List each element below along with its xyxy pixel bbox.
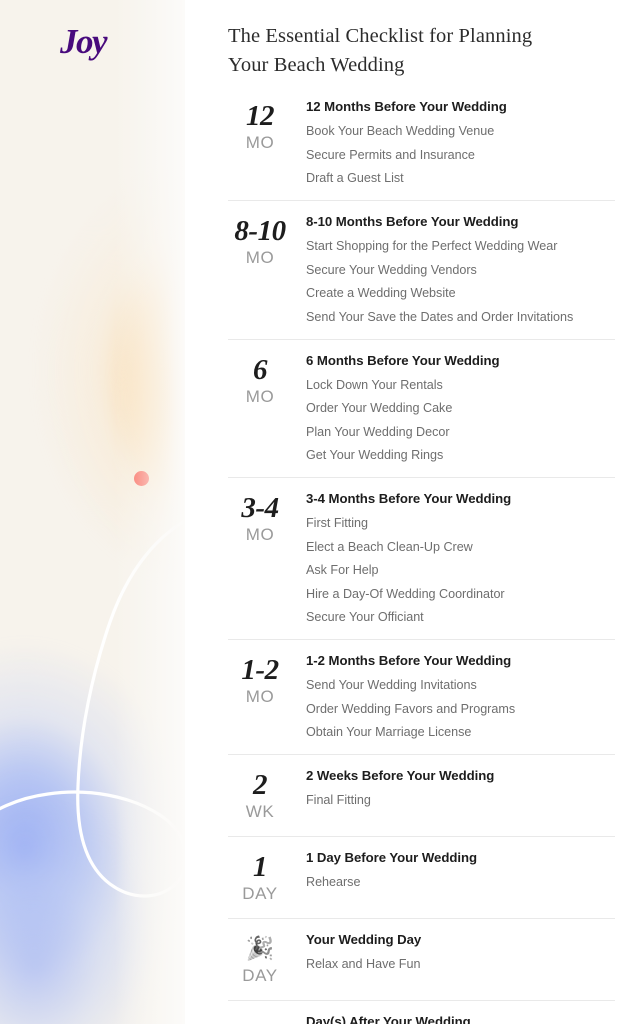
timeline-unit: MO: [245, 248, 275, 267]
checklist-task-item[interactable]: Lock Down Your Rentals: [306, 378, 615, 393]
checklist-row: -DAYDay(s) After Your WeddingReturn Your…: [228, 1000, 615, 1024]
checklist-task-item[interactable]: Secure Permits and Insurance: [306, 148, 615, 163]
checklist-row: 3-4 MO 3-4 Months Before Your Wedding First…: [228, 477, 615, 639]
peach-gradient-glow-secondary: [115, 270, 185, 530]
checklist-task-item[interactable]: Send Your Wedding Invitations: [306, 678, 615, 693]
checklist-row-heading: Your Wedding Day: [306, 932, 422, 947]
checklist-row-body: Your Wedding Day Relax and Have Fun: [292, 931, 615, 973]
timeline-unit: DAY: [242, 966, 278, 985]
decorative-sidebar: Joy: [0, 0, 185, 1024]
checklist-content: The Essential Checklist for Planning You…: [185, 0, 629, 1024]
checklist-row: 1-2 MO 1-2 Months Before Your Wedding Send …: [228, 639, 615, 754]
blue-gradient-glow-secondary: [0, 800, 160, 1024]
timeline-number: 8-10: [234, 215, 286, 247]
checklist-row-body: 8-10 Months Before Your Wedding Start Sho…: [292, 213, 615, 326]
page-title: The Essential Checklist for Planning You…: [228, 25, 533, 76]
checklist-row-heading: 2 Weeks Before Your Wedding: [306, 768, 495, 783]
checklist-row-body: 1 Day Before Your Wedding Rehearse: [292, 849, 615, 891]
checklist-task-item[interactable]: Secure Your Officiant: [306, 610, 615, 625]
checklist-row: 12 MO 12 Months Before Your Wedding Book Yo…: [228, 88, 615, 200]
checklist-task-item[interactable]: Rehearse: [306, 875, 615, 890]
timeline-marker: 1 DAY: [228, 849, 292, 905]
joy-logo[interactable]: Joy: [60, 22, 130, 62]
checklist-row-heading: 1-2 Months Before Your Wedding: [306, 653, 512, 668]
checklist-row: 2 WK 2 Weeks Before Your Wedding Final Fitt…: [228, 754, 615, 836]
timeline-number: 12: [246, 100, 275, 132]
timeline-unit: MO: [245, 133, 275, 152]
timeline-unit: MO: [245, 687, 275, 706]
timeline-marker: -DAY: [228, 1013, 292, 1024]
checklist-row-body: Day(s) After Your WeddingReturn Your Ren…: [292, 1013, 615, 1024]
checklist-row-heading: 1 Day Before Your Wedding: [306, 850, 477, 865]
checklist-row-heading: 12 Months Before Your Wedding: [306, 99, 507, 114]
timeline-marker: 2 WK: [228, 767, 292, 823]
timeline-marker: 6 MO: [228, 352, 292, 408]
timeline-number: 2: [253, 769, 268, 801]
blue-gradient-glow: [0, 640, 185, 1024]
joy-logo-wordmark: Joy: [60, 22, 108, 61]
checklist-task-item[interactable]: Draft a Guest List: [306, 171, 615, 186]
checklist-rows: 12 MO 12 Months Before Your Wedding Book Yo…: [228, 88, 615, 1024]
swoosh-line-decoration: [0, 519, 185, 898]
checklist-row-body: 6 Months Before Your Wedding Lock Down Yo…: [292, 352, 615, 465]
timeline-number: 1: [253, 851, 268, 883]
checklist-row-heading: 8-10 Months Before Your Wedding: [306, 214, 519, 229]
timeline-unit: MO: [245, 525, 275, 544]
checklist-task-item[interactable]: Create a Wedding Website: [306, 286, 615, 301]
party-popper-icon: 🎉: [245, 936, 275, 962]
checklist-row-body: 12 Months Before Your Wedding Book Your B…: [292, 98, 615, 187]
checklist-task-item[interactable]: Get Your Wedding Rings: [306, 448, 615, 463]
checklist-row-body: 1-2 Months Before Your Wedding Send Your …: [292, 652, 615, 741]
checklist-row-heading: 3-4 Months Before Your Wedding: [306, 491, 512, 506]
checklist-task-item[interactable]: First Fitting: [306, 516, 615, 531]
checklist-task-item[interactable]: Hire a Day-Of Wedding Coordinator: [306, 587, 615, 602]
checklist-task-item[interactable]: Relax and Have Fun: [306, 957, 615, 972]
peach-gradient-glow: [35, 155, 185, 585]
panel-veil-overlay: [0, 0, 185, 1024]
coral-dot-decoration: [134, 471, 149, 486]
checklist-row-body: 3-4 Months Before Your Wedding First Fitt…: [292, 490, 615, 626]
checklist-row: 🎉 DAY Your Wedding Day Relax and Have Fun: [228, 918, 615, 1000]
timeline-marker: 3-4 MO: [228, 490, 292, 546]
timeline-marker: 12 MO: [228, 98, 292, 154]
panel-edge-fade: [115, 0, 185, 1024]
checklist-task-item[interactable]: Order Your Wedding Cake: [306, 401, 615, 416]
timeline-number: -: [228, 1016, 292, 1024]
checklist-row: 1 DAY 1 Day Before Your Wedding Rehearse: [228, 836, 615, 918]
checklist-task-item[interactable]: Book Your Beach Wedding Venue: [306, 124, 615, 139]
checklist-page: Joy The Essential Checklist for Planning…: [0, 0, 629, 1024]
timeline-number: 1-2: [241, 654, 279, 686]
timeline-marker: 8-10 MO: [228, 213, 292, 269]
timeline-marker: 1-2 MO: [228, 652, 292, 708]
checklist-task-item[interactable]: Obtain Your Marriage License: [306, 725, 615, 740]
timeline-unit: MO: [245, 386, 275, 406]
checklist-row: 6 MO 6 Months Before Your Wedding Lock Down…: [228, 338, 615, 478]
timeline-unit: WK: [245, 802, 275, 821]
checklist-task-item[interactable]: Elect a Beach Clean-Up Crew: [306, 540, 615, 555]
checklist-row-heading: Day(s) After Your Wedding: [306, 1014, 471, 1024]
checklist-task-item[interactable]: Start Shopping for the Perfect Wedding W…: [306, 239, 615, 254]
checklist-task-item[interactable]: Secure Your Wedding Vendors: [306, 263, 615, 278]
checklist-task-item[interactable]: Order Wedding Favors and Programs: [306, 702, 615, 717]
checklist-task-item[interactable]: Ask For Help: [306, 563, 615, 578]
checklist-task-item[interactable]: Final Fitting: [306, 793, 615, 808]
checklist-row-body: 2 Weeks Before Your Wedding Final Fitting: [292, 767, 615, 809]
timeline-unit: DAY: [242, 884, 278, 903]
checklist-task-item[interactable]: Send Your Save the Dates and Order Invit…: [306, 310, 615, 325]
timeline-marker: 🎉 DAY: [228, 931, 292, 987]
timeline-number: 3-4: [241, 492, 279, 524]
timeline-number: 6: [253, 353, 268, 386]
checklist-row-heading: 6 Months Before Your Wedding: [306, 352, 500, 368]
checklist-row: 8-10 MO 8-10 Months Before Your Wedding Sta…: [228, 200, 615, 339]
checklist-task-item[interactable]: Plan Your Wedding Decor: [306, 425, 615, 440]
